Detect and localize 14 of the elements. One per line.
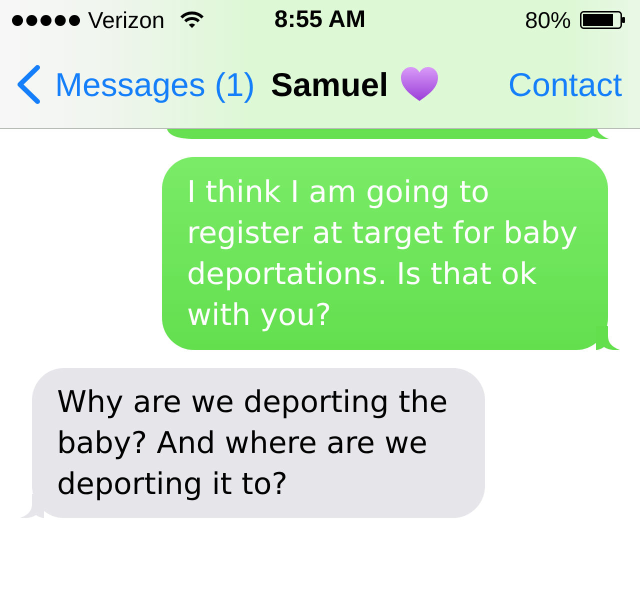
carrier-name: Verizon: [88, 8, 165, 32]
battery-percent: 80%: [524, 8, 571, 32]
message-text: Why are we deporting the baby? And where are we deporting it to?: [57, 384, 449, 504]
heart-icon: [401, 67, 438, 101]
contact-name: Samuel: [270, 68, 388, 100]
signal-strength-icon: [12, 14, 80, 26]
bubble-tail-icon: [596, 326, 620, 350]
wifi-icon: [180, 11, 204, 29]
chevron-left-icon: [16, 64, 41, 104]
message-text: I think I am going to register at target for baby deportations. Is that ok with you?: [187, 174, 579, 335]
back-button[interactable]: Messages (1): [16, 64, 255, 104]
contact-button[interactable]: Contact: [508, 68, 622, 100]
clock-time: 8:55 AM: [274, 8, 366, 32]
battery-icon: [580, 11, 625, 29]
